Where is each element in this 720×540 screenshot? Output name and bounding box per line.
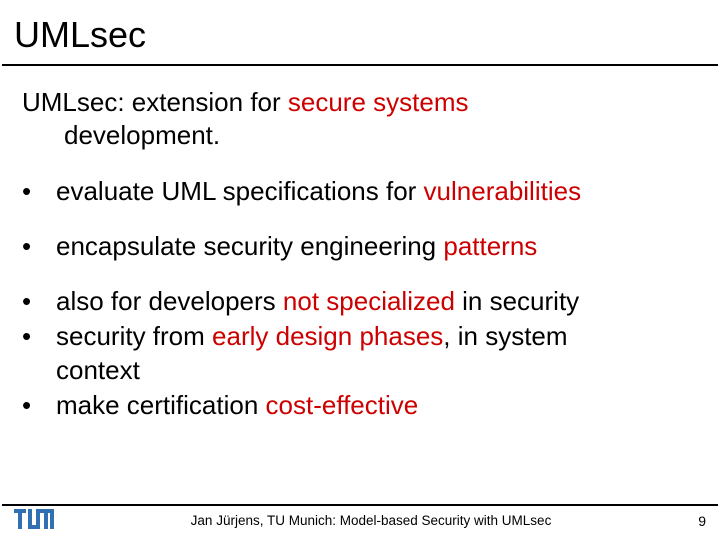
list-item: • make certification cost-effective xyxy=(18,389,702,422)
bullet-marker: • xyxy=(22,175,56,208)
bullet-marker: • xyxy=(22,389,56,422)
intro-prefix: UMLsec: extension for xyxy=(22,87,288,117)
bullet-marker: • xyxy=(22,285,56,318)
bullet-text: make certification cost-effective xyxy=(56,389,702,422)
list-item: • encapsulate security engineering patte… xyxy=(18,230,702,263)
bullet-marker: • xyxy=(22,320,56,353)
slide: UMLsec UMLsec: extension for secure syst… xyxy=(0,0,720,540)
intro-line2: development. xyxy=(22,119,702,152)
footer-text: Jan Jürjens, TU Munich: Model-based Secu… xyxy=(64,513,678,528)
tum-logo-icon xyxy=(14,509,54,532)
content-area: UMLsec: extension for secure systems dev… xyxy=(0,66,720,422)
intro-highlight: secure systems xyxy=(288,87,469,117)
footer: Jan Jürjens, TU Munich: Model-based Secu… xyxy=(0,504,720,540)
bullet-text: encapsulate security engineering pattern… xyxy=(56,230,702,263)
list-item: • security from early design phases, in … xyxy=(18,320,702,387)
list-item: • evaluate UML specifications for vulner… xyxy=(18,175,702,208)
page-number: 9 xyxy=(678,513,706,529)
list-item: • also for developers not specialized in… xyxy=(18,285,702,318)
intro-text: UMLsec: extension for secure systems dev… xyxy=(18,86,702,153)
bullet-marker: • xyxy=(22,230,56,263)
bullet-list: • evaluate UML specifications for vulner… xyxy=(18,175,702,423)
bullet-text: also for developers not specialized in s… xyxy=(56,285,702,318)
bullet-text: evaluate UML specifications for vulnerab… xyxy=(56,175,702,208)
footer-row: Jan Jürjens, TU Munich: Model-based Secu… xyxy=(0,506,720,532)
page-title: UMLsec xyxy=(0,0,720,64)
bullet-text: security from early design phases, in sy… xyxy=(56,320,702,387)
